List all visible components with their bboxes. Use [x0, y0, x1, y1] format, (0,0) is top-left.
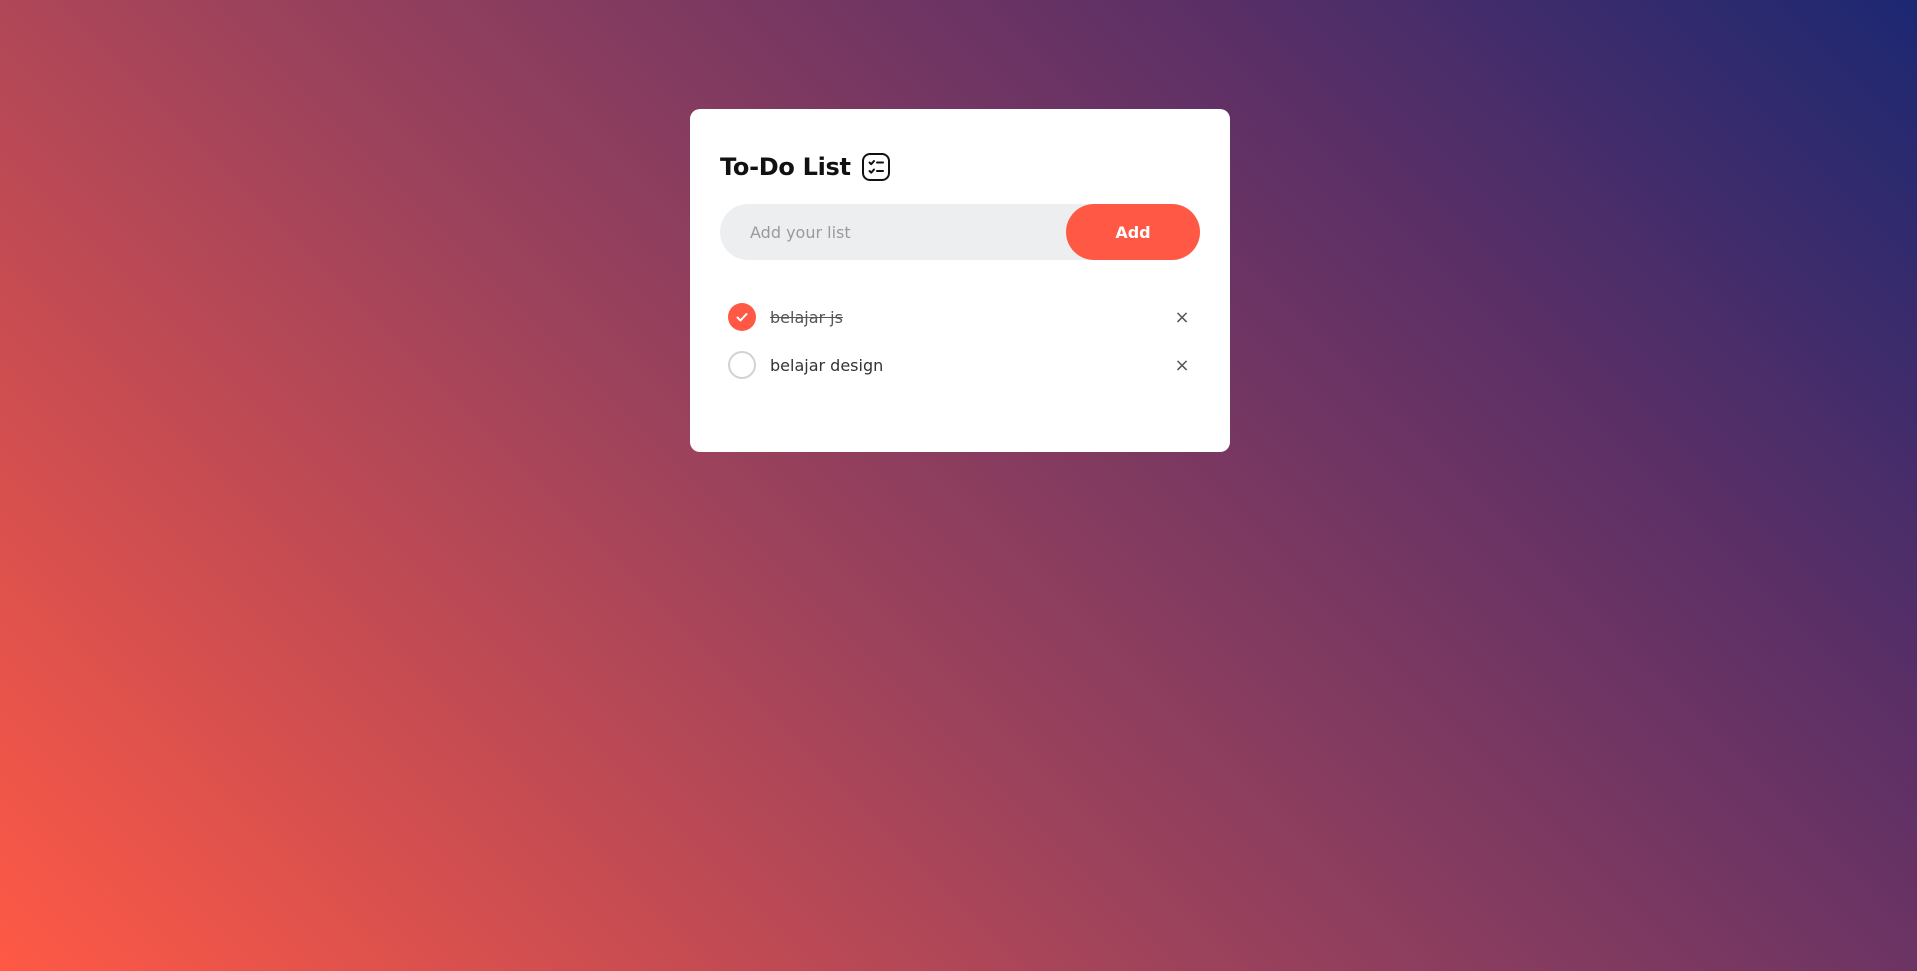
- add-button[interactable]: Add: [1066, 204, 1200, 260]
- header: To-Do List: [720, 147, 1200, 187]
- task-list: belajar js × belajar design ×: [720, 293, 1200, 389]
- task-label: belajar js: [770, 307, 843, 327]
- checkmark-icon: [736, 313, 748, 322]
- list-item[interactable]: belajar js ×: [720, 293, 1200, 341]
- checked-checkbox[interactable]: [728, 303, 756, 331]
- add-task-row: Add: [720, 204, 1200, 260]
- list-item[interactable]: belajar design ×: [720, 341, 1200, 389]
- remove-task-button[interactable]: ×: [1164, 299, 1200, 335]
- task-input[interactable]: [720, 204, 1066, 260]
- todo-card: To-Do List Add belajar js ×: [690, 109, 1230, 452]
- checklist-icon: [861, 152, 891, 182]
- remove-task-button[interactable]: ×: [1164, 347, 1200, 383]
- page-title: To-Do List: [720, 153, 851, 181]
- unchecked-checkbox[interactable]: [728, 351, 756, 379]
- task-label: belajar design: [770, 355, 884, 375]
